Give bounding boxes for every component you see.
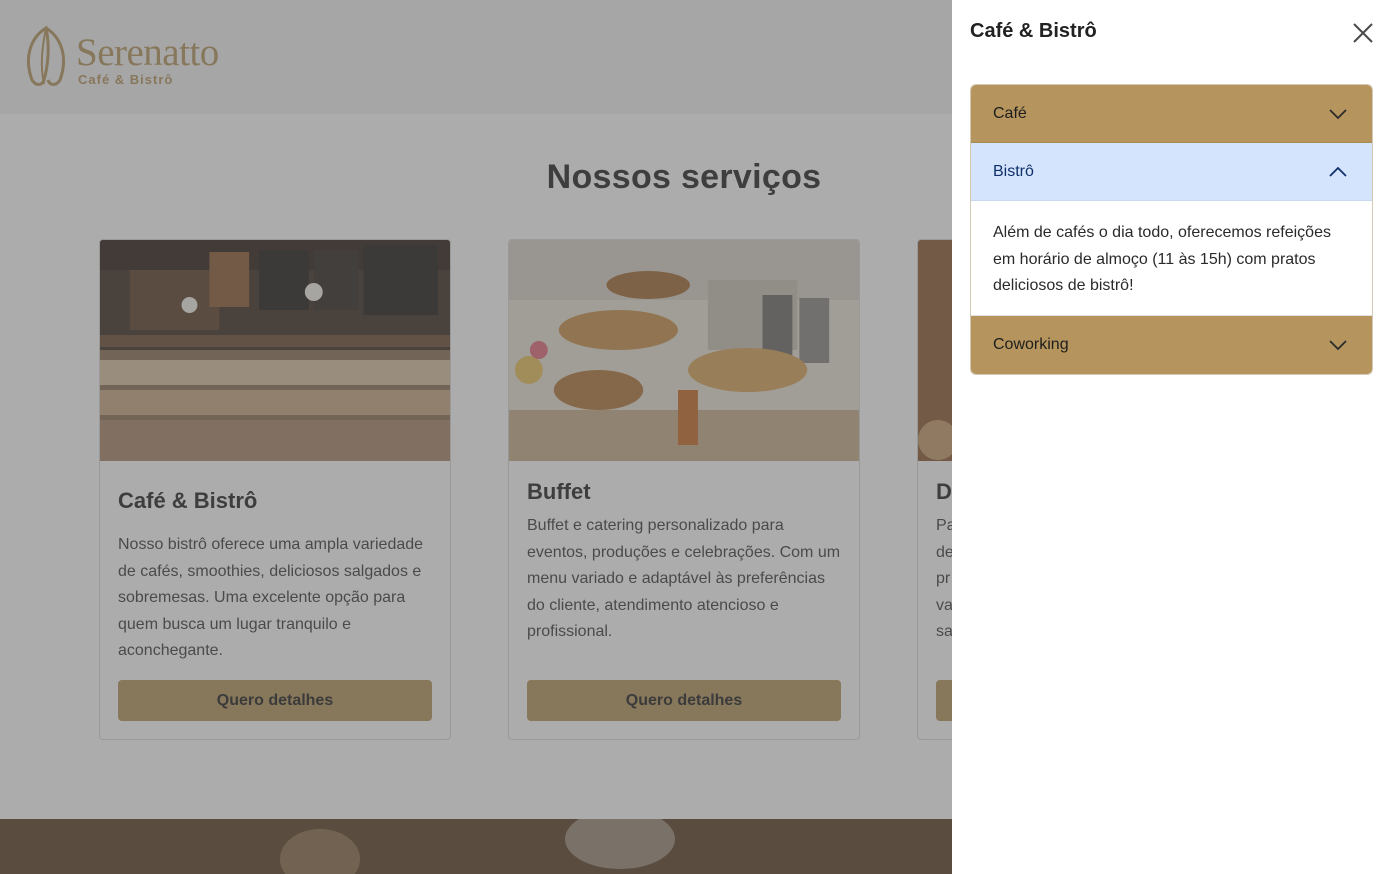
- accordion-item-bistro[interactable]: Bistrô: [971, 143, 1372, 201]
- accordion-item-coworking[interactable]: Coworking: [971, 316, 1372, 374]
- close-icon: [1353, 23, 1373, 43]
- accordion-item-cafe[interactable]: Café: [971, 85, 1372, 143]
- accordion-label: Café: [993, 105, 1027, 122]
- accordion-label: Bistrô: [993, 163, 1034, 180]
- chevron-down-icon: [1328, 105, 1348, 123]
- chevron-up-icon: [1328, 163, 1348, 181]
- offcanvas-title: Café & Bistrô: [970, 20, 1097, 42]
- accordion-body-text: Além de cafés o dia todo, oferecemos ref…: [993, 224, 1331, 294]
- accordion-label: Coworking: [993, 336, 1069, 353]
- chevron-down-icon: [1328, 336, 1348, 354]
- modal-backdrop[interactable]: [0, 0, 952, 874]
- services-accordion: Café Bistrô Além de cafés o dia todo, of…: [970, 84, 1373, 375]
- close-button[interactable]: [1348, 18, 1378, 48]
- accordion-body-bistro: Além de cafés o dia todo, oferecemos ref…: [971, 201, 1372, 316]
- offcanvas-panel: Café & Bistrô Café Bistrô Além de cafés …: [952, 0, 1392, 874]
